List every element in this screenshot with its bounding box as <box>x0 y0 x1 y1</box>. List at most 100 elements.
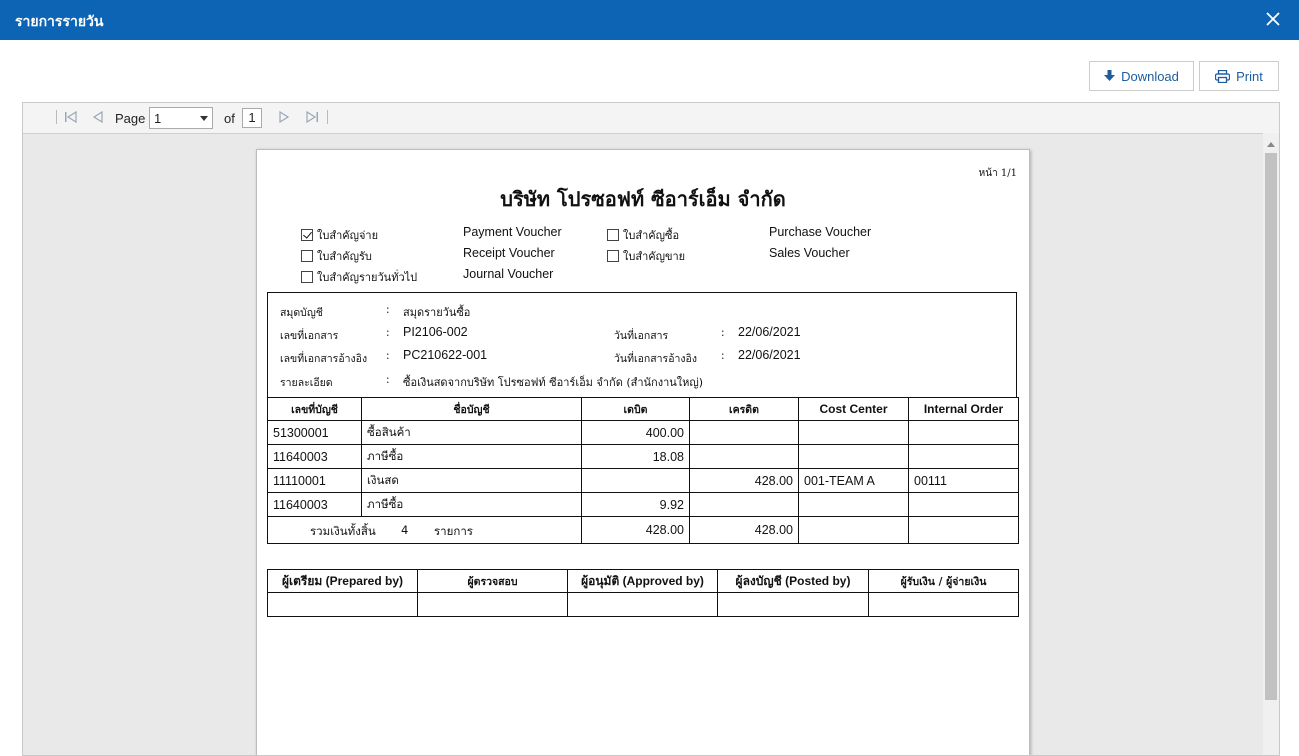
cost-center <box>798 492 909 517</box>
signature-header-row: ผู้เตรียม (Prepared by) ผู้ตรวจสอบ ผู้อน… <box>267 569 1019 593</box>
column-header: เลขที่บัญชี <box>267 397 362 421</box>
vertical-scrollbar[interactable] <box>1263 133 1279 755</box>
desc-label: รายละเอียด <box>280 377 333 389</box>
print-button[interactable]: Print <box>1199 61 1279 91</box>
account-name: ภาษีซื้อ <box>361 492 582 517</box>
credit <box>689 492 799 517</box>
refno-label: เลขที่เอกสารอ้างอิง <box>280 353 368 365</box>
refno-value: PC210622-001 <box>403 348 488 362</box>
signature-header: ผู้อนุมัติ (Approved by) <box>567 569 718 593</box>
previous-page-icon[interactable] <box>91 111 105 123</box>
refdate-value: 22/06/2021 <box>738 348 801 362</box>
close-icon[interactable] <box>1263 9 1283 29</box>
colon: : <box>386 304 390 316</box>
checkbox-checked <box>301 229 313 241</box>
internal-order: 00111 <box>908 468 1019 493</box>
account-number: 11110001 <box>267 468 362 493</box>
signature-header: ผู้ตรวจสอบ <box>417 569 568 593</box>
total-credit: 428.00 <box>689 516 799 544</box>
checkbox <box>607 229 619 241</box>
voucher-type-purchase: ใบสำคัญซื้อ <box>607 226 679 244</box>
book-value: สมุดรายวันซื้อ <box>403 306 471 319</box>
window-title: รายการรายวัน <box>15 14 104 30</box>
document-info-box: สมุดบัญชี : สมุดรายวันซื้อ เลขที่เอกสาร … <box>267 292 1017 398</box>
table-total-row: รวมเงินทั้งสิ้น 4 รายการ 428.00 428.00 <box>267 516 1019 544</box>
debit: 9.92 <box>581 492 690 517</box>
credit <box>689 444 799 469</box>
signature-header: ผู้รับเงิน / ผู้จ่ายเงิน <box>868 569 1019 593</box>
toolbar-divider <box>56 110 57 124</box>
scrollbar-thumb[interactable] <box>1265 153 1277 700</box>
book-label: สมุดบัญชี <box>280 307 323 319</box>
signature-header: ผู้ลงบัญชี (Posted by) <box>717 569 869 593</box>
internal-order <box>908 444 1019 469</box>
internal-order <box>908 420 1019 445</box>
checkbox <box>607 250 619 262</box>
cost-center <box>798 420 909 445</box>
column-header: เครดิต <box>689 397 799 421</box>
cost-center: 001-TEAM A <box>798 468 909 493</box>
voucher-type-english: Receipt Voucher <box>463 246 555 260</box>
page-indicator: หน้า 1/1 <box>978 168 1017 179</box>
docno-value: PI2106-002 <box>403 325 468 339</box>
voucher-type-english: Purchase Voucher <box>769 225 872 239</box>
table-row: 11640003 ภาษีซื้อ 9.92 <box>267 492 1019 517</box>
signature-box <box>417 592 568 617</box>
account-number: 51300001 <box>267 420 362 445</box>
download-icon <box>1104 70 1116 81</box>
signature-box <box>267 592 418 617</box>
signature-box <box>868 592 1019 617</box>
total-count: 4 <box>401 523 409 537</box>
voucher-type-payment: ใบสำคัญจ่าย <box>301 226 378 244</box>
account-name: ภาษีซื้อ <box>361 444 582 469</box>
debit: 18.08 <box>581 444 690 469</box>
docdate-value: 22/06/2021 <box>738 325 801 339</box>
voucher-type-label: ใบสำคัญขาย <box>623 250 686 263</box>
download-label: Download <box>1121 68 1179 84</box>
signature-header: ผู้เตรียม (Prepared by) <box>267 569 418 593</box>
desc-value: ซื้อเงินสดจากบริษัท โปรซอฟท์ ซีอาร์เอ็ม … <box>403 376 704 389</box>
page-number-select[interactable]: 1 <box>149 107 213 129</box>
debit: 400.00 <box>581 420 690 445</box>
of-label: of <box>224 111 235 126</box>
scroll-up-icon[interactable] <box>1267 142 1275 147</box>
download-button[interactable]: Download <box>1089 61 1194 91</box>
colon: : <box>386 350 390 362</box>
empty-cell <box>908 516 1019 544</box>
journal-entries-table: เลขที่บัญชี ชื่อบัญชี เดบิต เครดิต Cost … <box>267 397 1019 544</box>
signature-box <box>717 592 869 617</box>
voucher-type-label: ใบสำคัญจ่าย <box>317 229 379 242</box>
account-name: เงินสด <box>361 468 582 493</box>
first-page-icon[interactable] <box>64 111 78 123</box>
colon: : <box>386 327 390 339</box>
company-name: บริษัท โปรซอฟท์ ซีอาร์เอ็ม จำกัด <box>500 187 786 211</box>
last-page-icon[interactable] <box>305 111 319 123</box>
table-row: 11110001 เงินสด 428.00 001-TEAM A 00111 <box>267 468 1019 493</box>
colon: : <box>386 374 390 386</box>
report-page: หน้า 1/1 บริษัท โปรซอฟท์ ซีอาร์เอ็ม จำกั… <box>256 149 1030 755</box>
column-header: เดบิต <box>581 397 690 421</box>
credit: 428.00 <box>689 468 799 493</box>
total-label-cell: รวมเงินทั้งสิ้น 4 รายการ <box>267 516 582 544</box>
docno-label: เลขที่เอกสาร <box>280 330 339 342</box>
printer-icon <box>1215 69 1231 83</box>
debit <box>581 468 690 493</box>
table-header-row: เลขที่บัญชี ชื่อบัญชี เดบิต เครดิต Cost … <box>267 397 1019 421</box>
next-page-icon[interactable] <box>277 111 291 123</box>
voucher-type-sales: ใบสำคัญขาย <box>607 247 685 265</box>
checkbox <box>301 250 313 262</box>
window-titlebar: รายการรายวัน <box>0 0 1299 40</box>
column-header: ชื่อบัญชี <box>361 397 582 421</box>
total-unit: รายการ <box>434 524 473 538</box>
signature-table: ผู้เตรียม (Prepared by) ผู้ตรวจสอบ ผู้อน… <box>267 569 1019 617</box>
voucher-type-label: ใบสำคัญซื้อ <box>623 229 680 242</box>
total-debit: 428.00 <box>581 516 690 544</box>
checkbox <box>301 271 313 283</box>
table-row: 11640003 ภาษีซื้อ 18.08 <box>267 444 1019 469</box>
page-label: Page <box>115 111 146 126</box>
column-header: Cost Center <box>798 397 909 421</box>
voucher-type-english: Payment Voucher <box>463 225 562 239</box>
voucher-type-receipt: ใบสำคัญรับ <box>301 247 372 265</box>
chevron-down-icon <box>200 116 208 121</box>
voucher-type-label: ใบสำคัญรายวันทั่วไป <box>317 271 418 284</box>
